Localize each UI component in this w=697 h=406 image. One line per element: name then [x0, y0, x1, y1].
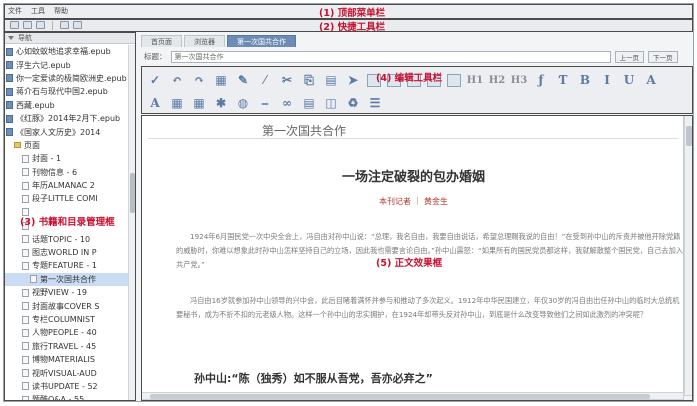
annotation-label-quickbar: (2) 快捷工具栏	[319, 22, 386, 33]
tab[interactable]: 浏览器	[184, 35, 225, 47]
title-bar: 标题： 上一页 下一页	[141, 48, 693, 65]
annotation-label-edit-toolbar: (4) 编辑工具栏	[376, 73, 443, 84]
tab[interactable]: 第一次国共合作	[227, 35, 296, 47]
tab[interactable]: 首页面	[141, 35, 182, 47]
prev-page-button[interactable]: 上一页	[614, 50, 644, 63]
title-input[interactable]	[170, 50, 611, 63]
annotation-label-sidebar: (3) 书籍和目录管理框	[20, 217, 115, 228]
document-tabs: 首页面 浏览器 第一次国共合作	[141, 34, 693, 47]
app-window: 文件 工具 帮助 导航 心如蚊蚁地追求幸福.epub 浮生六记.epub 你一定爱读…	[3, 3, 694, 402]
next-page-button[interactable]: 下一页	[648, 50, 678, 63]
title-label: 标题：	[144, 52, 167, 61]
annotation-label-menubar: (1) 顶部菜单栏	[319, 8, 386, 19]
annotation-label-doc: (5) 正文效果框	[376, 258, 443, 269]
